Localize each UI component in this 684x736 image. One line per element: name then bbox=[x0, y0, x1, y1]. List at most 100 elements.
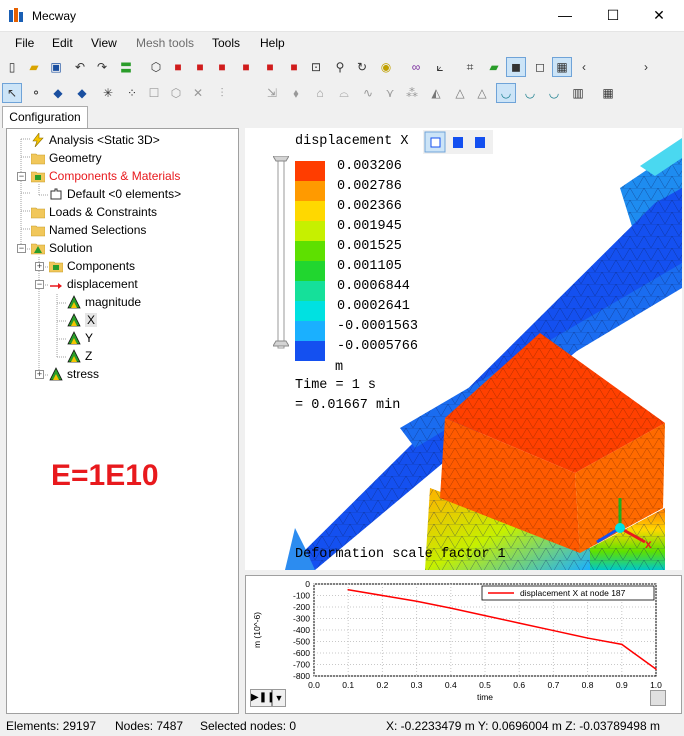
glasses-icon[interactable]: ∞ bbox=[406, 57, 426, 77]
tab-strip: Configuration bbox=[0, 106, 684, 128]
x-tick-label: 0.9 bbox=[616, 680, 628, 690]
axes-icon[interactable]: ⟀ bbox=[430, 57, 450, 77]
tree-item-displacement[interactable]: displacement bbox=[49, 275, 138, 293]
revolve-icon[interactable]: ⌓ bbox=[334, 83, 354, 103]
select-pointer-icon[interactable]: ↖ bbox=[2, 83, 22, 103]
expand-toggle[interactable]: − bbox=[17, 172, 26, 181]
view-bottom-icon[interactable]: ■ bbox=[284, 57, 304, 77]
open-folder-icon[interactable]: ▰ bbox=[24, 57, 44, 77]
data-point bbox=[450, 607, 452, 609]
table-icon[interactable]: ▦ bbox=[598, 83, 618, 103]
zoom-box-icon[interactable]: ⊡ bbox=[306, 57, 326, 77]
view-right-icon[interactable]: ■ bbox=[236, 57, 256, 77]
svg-text:x: x bbox=[645, 537, 652, 551]
merge-icon[interactable]: ⁂ bbox=[402, 83, 422, 103]
tree-item-named-selections[interactable]: Named Selections bbox=[31, 221, 146, 239]
time-history-plot[interactable]: 0.0 0.1 0.2 0.3 0.4 0.5 0.6 0.7 0.8 0.9 1.0 0 -100 -2… bbox=[245, 575, 682, 714]
minimize-button[interactable]: — bbox=[542, 0, 588, 30]
toolbar-selection: ↖ ⚬ ◆ ◆ ✳ ⁘ ☐ ⬡ ✕ ⫶ ⇲ ⬧ ⌂ ⌓ ∿ ⋎ ⁂ ◭ △ △ … bbox=[0, 80, 684, 106]
tree-item-y[interactable]: Y bbox=[67, 329, 93, 347]
animation-icon[interactable]: ▥ bbox=[568, 83, 588, 103]
tree-item-solution-components[interactable]: Components bbox=[49, 257, 135, 275]
tree-item-stress[interactable]: stress bbox=[49, 365, 99, 383]
contour-icon[interactable]: ◡ bbox=[520, 83, 540, 103]
delete-icon[interactable]: ✕ bbox=[188, 83, 208, 103]
select-face-icon[interactable]: ◆ bbox=[48, 83, 68, 103]
expand-toggle[interactable]: − bbox=[35, 280, 44, 289]
deform-icon[interactable]: ◡ bbox=[496, 83, 516, 103]
sweep-icon[interactable]: ∿ bbox=[358, 83, 378, 103]
sketch-icon[interactable]: ⌗ bbox=[460, 57, 480, 77]
new-file-icon[interactable]: ▯ bbox=[2, 57, 22, 77]
save-icon[interactable]: ▣ bbox=[46, 57, 66, 77]
vector-icon[interactable]: ◡ bbox=[544, 83, 564, 103]
menu-view[interactable]: View bbox=[91, 36, 117, 50]
select-element-icon[interactable]: ◆ bbox=[72, 83, 92, 103]
refine-icon[interactable]: ⋎ bbox=[380, 83, 400, 103]
box-icon[interactable]: ☐ bbox=[144, 83, 164, 103]
view-top-icon[interactable]: ■ bbox=[260, 57, 280, 77]
y-tick-label: -600 bbox=[293, 648, 310, 658]
copy-icon[interactable]: ⬧ bbox=[286, 83, 306, 103]
tree-item-geometry[interactable]: Geometry bbox=[31, 149, 102, 167]
cube-icon[interactable]: ⬡ bbox=[166, 83, 186, 103]
split-icon[interactable]: ⫶ bbox=[212, 83, 232, 103]
wireframe-icon[interactable]: ◻ bbox=[530, 57, 550, 77]
undo-icon[interactable]: ↶ bbox=[70, 57, 90, 77]
view-iso-icon[interactable]: ⬡ bbox=[146, 57, 166, 77]
scroll-left-icon[interactable]: ‹ bbox=[574, 57, 594, 77]
tab-configuration[interactable]: Configuration bbox=[2, 106, 88, 128]
tree-item-components-materials[interactable]: Components & Materials bbox=[31, 167, 180, 185]
explode-icon[interactable]: ✳ bbox=[98, 83, 118, 103]
close-button[interactable]: ✕ bbox=[636, 0, 682, 30]
triangle-mesh-icon[interactable]: ◭ bbox=[426, 83, 446, 103]
extrude-icon[interactable]: ⌂ bbox=[310, 83, 330, 103]
menu-help[interactable]: Help bbox=[260, 36, 285, 50]
tree-item-default[interactable]: Default <0 elements> bbox=[49, 185, 181, 203]
model-viewport[interactable]: x displacement X 0.003206 0.002786 0.00236… bbox=[245, 128, 682, 570]
outline-icon[interactable]: △ bbox=[472, 83, 492, 103]
legend-title: displacement X bbox=[295, 134, 409, 149]
tet-mesh-icon[interactable]: △ bbox=[450, 83, 470, 103]
redo-icon[interactable]: ↷ bbox=[92, 57, 112, 77]
equal-icon[interactable]: 〓 bbox=[116, 57, 136, 77]
legend-swatch bbox=[295, 321, 325, 341]
maximize-button[interactable]: ☐ bbox=[590, 0, 636, 30]
y-tick-label: -300 bbox=[293, 614, 310, 624]
expand-toggle[interactable]: − bbox=[17, 244, 26, 253]
solid-view-icon[interactable]: ◼ bbox=[506, 57, 526, 77]
rotate-icon[interactable]: ↻ bbox=[352, 57, 372, 77]
y-tick-label: -100 bbox=[293, 591, 310, 601]
select-node-icon[interactable]: ⚬ bbox=[26, 83, 46, 103]
folder-icon bbox=[31, 153, 45, 165]
legend-value: 0.001945 bbox=[337, 219, 402, 234]
surface-icon[interactable]: ▰ bbox=[484, 57, 504, 77]
menu-tools[interactable]: Tools bbox=[212, 36, 240, 50]
data-point bbox=[518, 622, 520, 624]
tree-item-solution[interactable]: Solution bbox=[31, 239, 92, 257]
tree-item-z[interactable]: Z bbox=[67, 347, 92, 365]
view-front-icon[interactable]: ■ bbox=[168, 57, 188, 77]
fit-view-icon[interactable]: ◉ bbox=[376, 57, 396, 77]
scroll-right-icon[interactable]: › bbox=[636, 57, 656, 77]
view-left-icon[interactable]: ■ bbox=[212, 57, 232, 77]
play-pause-button[interactable]: ▶❚❚ bbox=[250, 689, 275, 707]
expand-toggle[interactable]: + bbox=[35, 262, 44, 271]
plot-corner-button[interactable] bbox=[650, 690, 666, 706]
tree-item-loads-constraints[interactable]: Loads & Constraints bbox=[31, 203, 157, 221]
nodes-icon[interactable]: ⁘ bbox=[122, 83, 142, 103]
menu-file[interactable]: File bbox=[15, 36, 34, 50]
tree-item-analysis[interactable]: Analysis <Static 3D> bbox=[31, 131, 160, 149]
menu-mesh-tools[interactable]: Mesh tools bbox=[136, 36, 194, 50]
expand-toggle[interactable]: + bbox=[35, 370, 44, 379]
tree-item-x[interactable]: X bbox=[67, 311, 98, 329]
move-icon[interactable]: ⇲ bbox=[262, 83, 282, 103]
arrow-icon bbox=[50, 283, 62, 289]
mesh-view-icon[interactable]: ▦ bbox=[552, 57, 572, 77]
tree-item-magnitude[interactable]: magnitude bbox=[67, 293, 141, 311]
menu-edit[interactable]: Edit bbox=[52, 36, 73, 50]
play-options-button[interactable]: ▼ bbox=[272, 689, 286, 707]
legend-slider[interactable] bbox=[273, 156, 289, 352]
zoom-icon[interactable]: ⚲ bbox=[330, 57, 350, 77]
view-back-icon[interactable]: ■ bbox=[190, 57, 210, 77]
